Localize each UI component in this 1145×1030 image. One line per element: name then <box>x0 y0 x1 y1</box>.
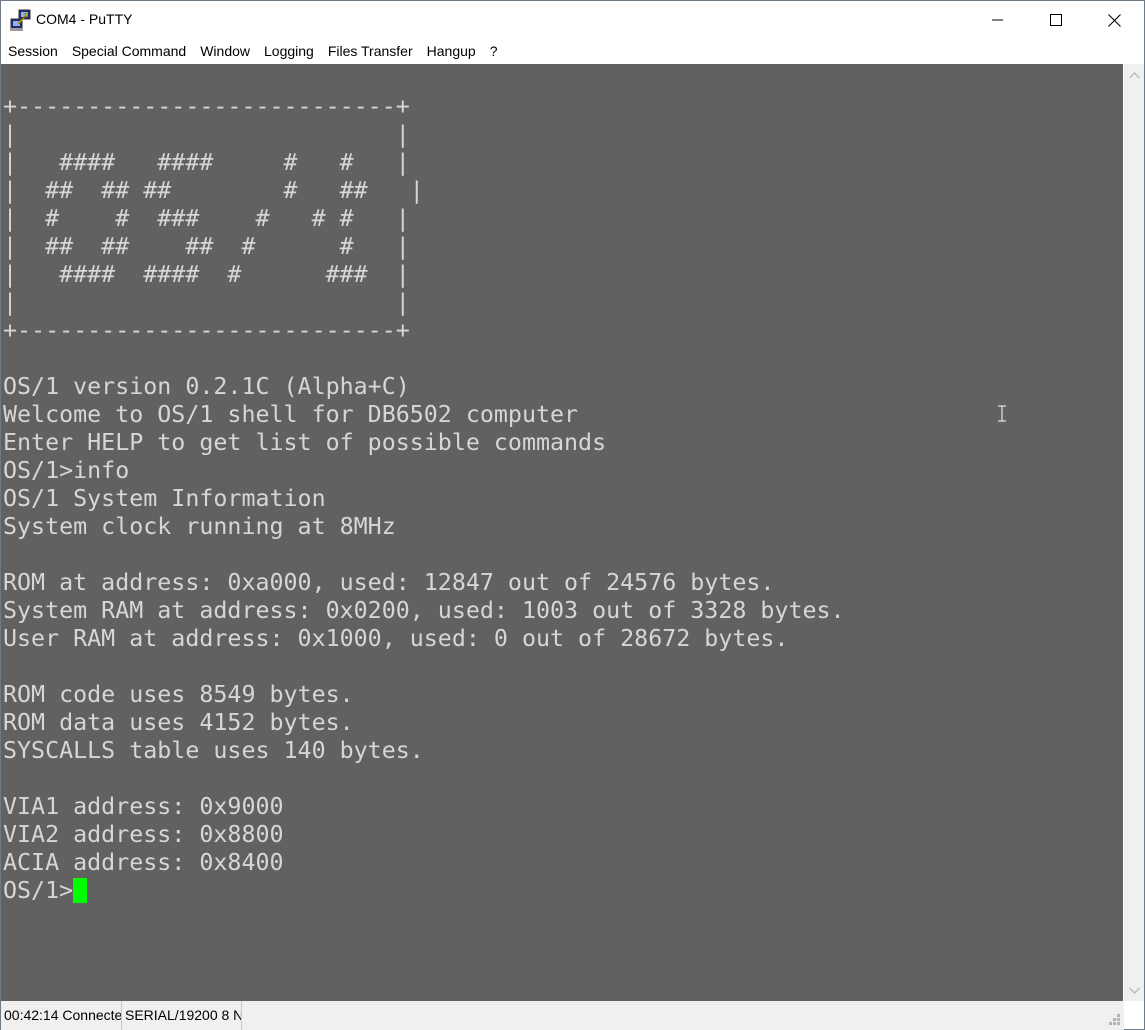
close-button[interactable] <box>1085 1 1143 39</box>
resize-grip-icon[interactable] <box>1109 1013 1121 1030</box>
putty-icon[interactable] <box>10 9 32 31</box>
status-bar: 00:42:14 Connected SERIAL/19200 8 N 1 <box>1 1001 1124 1030</box>
terminal-line: ROM data uses 4152 bytes. <box>3 709 354 736</box>
terminal-line: System RAM at address: 0x0200, used: 100… <box>3 597 845 624</box>
menu-logging[interactable]: Logging <box>257 39 321 64</box>
chevron-up-icon <box>1128 66 1140 84</box>
terminal-line: OS/1 System Information <box>3 485 326 512</box>
shell-prompt: OS/1> <box>3 877 74 904</box>
putty-window: COM4 - PuTTY Session Special Command Win… <box>0 0 1145 1030</box>
terminal-line: System clock running at 8MHz <box>3 513 396 540</box>
close-icon <box>1107 13 1121 27</box>
welcome-line: Welcome to OS/1 shell for DB6502 compute… <box>3 401 579 428</box>
terminal-screen[interactable]: +---------------------------+ | | | ####… <box>1 64 1123 1001</box>
version-line: OS/1 version 0.2.1C (Alpha+C) <box>3 373 410 400</box>
terminal-line: VIA1 address: 0x9000 <box>3 793 284 820</box>
menu-help[interactable]: ? <box>483 39 505 64</box>
scroll-down-button[interactable] <box>1124 979 1144 1001</box>
menu-hangup[interactable]: Hangup <box>420 39 483 64</box>
help-hint-line: Enter HELP to get list of possible comma… <box>3 429 607 456</box>
banner-line: | ## ## ## # # | <box>3 233 410 260</box>
prompt-line[interactable]: OS/1> <box>3 877 845 905</box>
banner-line: | # # ### # # # | <box>3 205 410 232</box>
ibeam-cursor-icon <box>996 405 1008 428</box>
banner-line: | | <box>3 121 410 148</box>
terminal-line: ACIA address: 0x8400 <box>3 849 284 876</box>
terminal-output: +---------------------------+ | | | ####… <box>3 65 845 905</box>
scroll-up-button[interactable] <box>1124 64 1144 86</box>
text-cursor <box>73 878 88 903</box>
serial-settings: SERIAL/19200 8 N 1 <box>122 1001 242 1030</box>
minimize-icon <box>992 14 1004 26</box>
maximize-icon <box>1050 14 1062 26</box>
terminal-line: User RAM at address: 0x1000, used: 0 out… <box>3 625 789 652</box>
terminal-line: ROM at address: 0xa000, used: 12847 out … <box>3 569 775 596</box>
menu-window[interactable]: Window <box>193 39 257 64</box>
menu-session[interactable]: Session <box>1 39 65 64</box>
banner-border-top: +---------------------------+ <box>3 93 410 120</box>
title-bar[interactable]: COM4 - PuTTY <box>1 1 1144 39</box>
banner-border-bottom: +---------------------------+ <box>3 317 410 344</box>
menu-files-transfer[interactable]: Files Transfer <box>321 39 420 64</box>
menu-bar: Session Special Command Window Logging F… <box>1 39 1144 64</box>
minimize-button[interactable] <box>969 1 1027 39</box>
window-title: COM4 - PuTTY <box>36 11 133 27</box>
terminal-line: SYSCALLS table uses 140 bytes. <box>3 737 424 764</box>
command-line: OS/1>info <box>3 457 130 484</box>
connection-status: 00:42:14 Connected <box>1 1001 122 1030</box>
banner-line: | #### #### # ### | <box>3 261 410 288</box>
chevron-down-icon <box>1128 981 1140 999</box>
banner-line: | ## ## ## # ## | <box>3 177 424 204</box>
vertical-scrollbar[interactable] <box>1124 64 1144 1001</box>
banner-line: | #### #### # # | <box>3 149 410 176</box>
terminal-line: VIA2 address: 0x8800 <box>3 821 284 848</box>
menu-special-command[interactable]: Special Command <box>65 39 193 64</box>
maximize-button[interactable] <box>1027 1 1085 39</box>
terminal-line: ROM code uses 8549 bytes. <box>3 681 354 708</box>
banner-line: | | <box>3 289 410 316</box>
